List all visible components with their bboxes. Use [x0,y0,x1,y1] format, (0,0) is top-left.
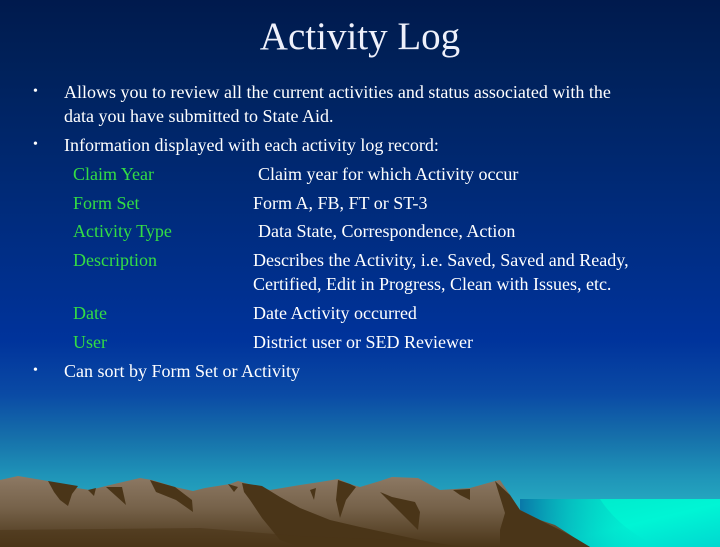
slide-title: Activity Log [259,15,461,58]
field-label-description: Description [73,250,157,270]
bullet-icon: • [33,84,38,99]
field-label-claim-year: Claim Year [73,164,154,184]
bullet-text-line: Allows you to review all the current act… [64,82,611,102]
field-label-date: Date [73,303,107,323]
field-label-user: User [73,332,107,352]
field-description: Date Activity occurred [253,303,417,323]
bullet-text-line: data you have submitted to State Aid. [64,106,334,126]
field-description: Claim year for which Activity occur [258,164,519,184]
field-description: District user or SED Reviewer [253,332,473,352]
bullet-text-line: Information displayed with each activity… [64,135,439,155]
bullet-icon: • [33,363,38,378]
field-description: Data State, Correspondence, Action [258,221,516,241]
bullet-icon: • [33,137,38,152]
field-label-form-set: Form Set [73,193,140,213]
field-description: Describes the Activity, i.e. Saved, Save… [253,250,629,270]
field-label-activity-type: Activity Type [73,221,172,241]
bullet-text-line: Can sort by Form Set or Activity [64,361,300,381]
field-description: Form A, FB, FT or ST-3 [253,193,428,213]
slide: Activity Log • Allows you to review all … [0,0,720,547]
field-description: Certified, Edit in Progress, Clean with … [253,274,612,294]
